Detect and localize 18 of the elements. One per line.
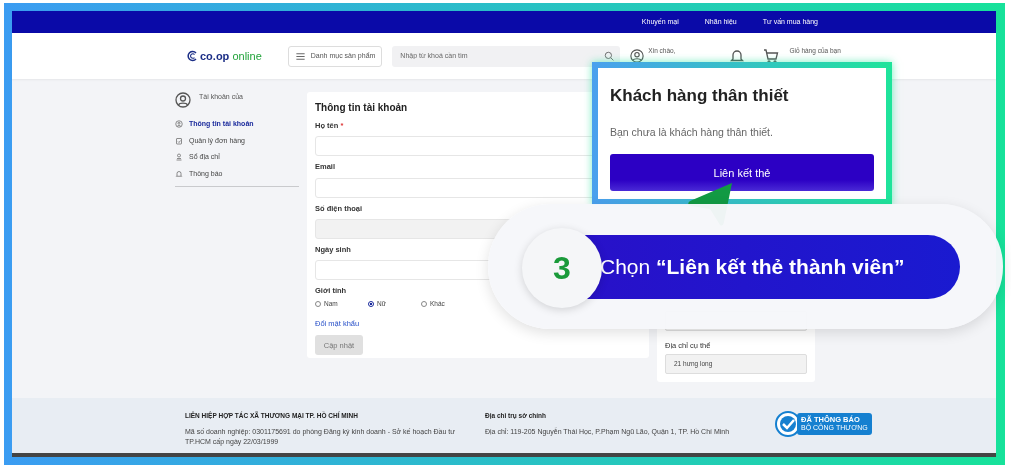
bell-icon	[175, 169, 183, 178]
logo-text: co.op online	[200, 48, 262, 64]
link-card-button[interactable]: Liên kết thẻ	[610, 154, 874, 192]
search-icon	[604, 51, 615, 61]
callout-text: Chọn “Liên kết thẻ thành viên”	[600, 254, 905, 281]
logo[interactable]: co.op online	[187, 47, 262, 65]
user-icon	[630, 49, 645, 63]
popup-title: Khách hàng thân thiết	[610, 85, 790, 107]
avatar-icon	[175, 92, 191, 108]
logo-icon	[187, 50, 199, 62]
popup-message: Bạn chưa là khách hàng thân thiết.	[610, 124, 774, 140]
user-icon	[175, 120, 183, 129]
menu-icon	[294, 50, 306, 62]
bell-icon	[729, 48, 746, 64]
step-number: 3	[522, 228, 602, 308]
clipboard-icon	[175, 136, 183, 145]
form-title: Thông tin tài khoản	[315, 101, 409, 115]
contact-icon	[175, 153, 183, 162]
